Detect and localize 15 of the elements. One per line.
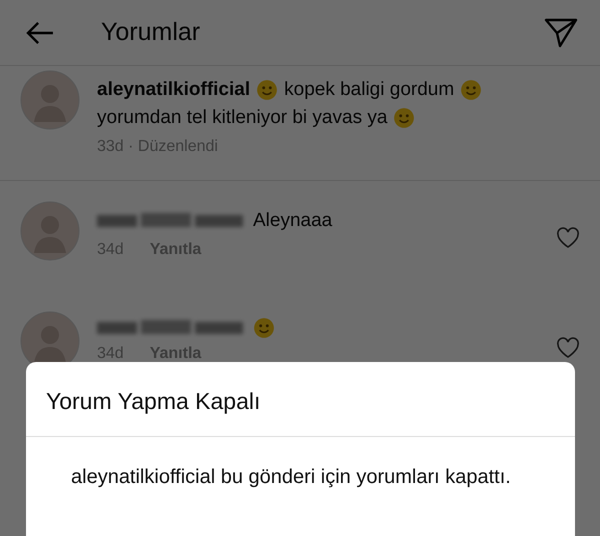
username[interactable]: aleynatilkiofficial — [97, 76, 250, 104]
smiley-icon — [256, 79, 278, 101]
smiley-icon — [460, 79, 482, 101]
comment-text: kopek baligi gordum — [284, 78, 454, 102]
comment-text: Aleynaaa — [253, 209, 332, 233]
smiley-icon — [393, 107, 416, 129]
back-arrow-icon[interactable] — [25, 20, 55, 44]
heart-icon[interactable] — [556, 227, 580, 249]
dialog-message: aleynatilkiofficial bu gönderi için yorumları kapattı. — [70, 465, 512, 490]
heart-icon[interactable] — [556, 337, 580, 359]
page-title: Yorumlar — [101, 18, 202, 47]
dialog-title: Yorum Yapma Kapalı — [45, 387, 262, 416]
smiley-icon — [253, 317, 275, 339]
send-icon[interactable] — [544, 18, 578, 48]
comment-text: yorumdan tel kitleniyor bi yavas ya — [97, 106, 388, 130]
